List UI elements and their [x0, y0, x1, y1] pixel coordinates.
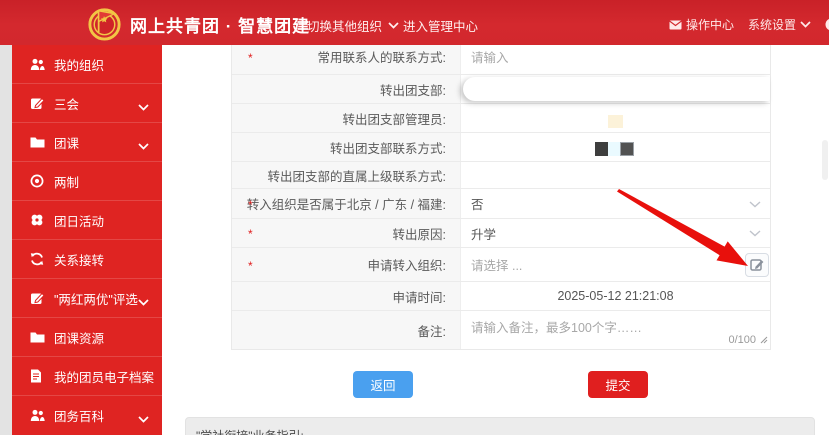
- apply-time-value: 2025-05-12 21:21:08: [471, 289, 770, 303]
- system-settings-link[interactable]: 系统设置: [748, 16, 811, 33]
- chevron-down-icon: [388, 22, 399, 29]
- users-icon: [30, 408, 45, 423]
- edit-organization-button[interactable]: [745, 253, 769, 277]
- form-row-branch-contact: 转出团支部联系方式:: [232, 133, 770, 162]
- field-label: 常用联系人的联系方式:: [318, 47, 446, 66]
- help-link[interactable]: ? 帮助: [825, 16, 829, 33]
- sidebar-item-three-meetings[interactable]: 三会: [12, 84, 162, 123]
- reason-select-value: 升学: [471, 224, 496, 243]
- region-select-value: 否: [471, 194, 484, 213]
- region-select[interactable]: 否: [461, 189, 770, 218]
- remark-textarea[interactable]: 请输入备注，最多100个字…… 0/100: [461, 311, 770, 349]
- resize-handle-icon[interactable]: [760, 333, 768, 347]
- sidebar-item-label: 我的团员电子档案: [54, 367, 154, 386]
- field-label: 转出原因:: [393, 224, 446, 243]
- chevron-down-icon: [749, 197, 761, 211]
- form-row-target-organization: * 申请转入组织: 请选择 ...: [232, 248, 770, 282]
- sidebar-item-class-resources[interactable]: 团课资源: [12, 318, 162, 357]
- chevron-down-icon: [749, 226, 761, 240]
- field-label: 转出团支部联系方式:: [330, 138, 446, 157]
- submit-button[interactable]: 提交: [588, 371, 648, 398]
- document-icon: [30, 369, 45, 384]
- league-emblem-logo: [85, 3, 124, 42]
- chevron-down-icon: [138, 412, 149, 426]
- sidebar-item-label: "两红两优"评选: [54, 289, 138, 308]
- chevron-down-icon: [138, 295, 149, 309]
- help-icon: ?: [825, 18, 829, 31]
- form-row-outgoing-branch: 转出团支部:: [232, 75, 770, 104]
- users-icon: [30, 57, 45, 72]
- redacted-value-block: [620, 142, 634, 156]
- field-label: 转出团支部的直属上级联系方式:: [268, 166, 446, 185]
- field-label: 申请时间:: [393, 287, 446, 306]
- folder-icon: [30, 135, 45, 150]
- sidebar-item-my-organization[interactable]: 我的组织: [12, 45, 162, 84]
- chevron-down-icon: [138, 100, 149, 114]
- clover-icon: [30, 213, 45, 228]
- sidebar-item-league-class[interactable]: 团课: [12, 123, 162, 162]
- sidebar-item-two-systems[interactable]: 两制: [12, 162, 162, 201]
- business-guide-title: "学社衔接"业务指引:: [196, 429, 304, 435]
- chevron-down-icon: [138, 139, 149, 153]
- ops-center-link[interactable]: 操作中心: [669, 16, 734, 33]
- sidebar-item-label: 团日活动: [54, 211, 104, 230]
- sidebar-item-label: 三会: [54, 94, 79, 113]
- scrollbar-thumb[interactable]: [822, 140, 828, 180]
- reason-select[interactable]: 升学: [461, 219, 770, 247]
- redacted-value-block: [608, 115, 623, 128]
- field-label: 转入组织是否属于北京 / 广东 / 福建:: [247, 194, 446, 213]
- form-row-superior-contact: 转出团支部的直属上级联系方式:: [232, 162, 770, 189]
- business-guide-bar: "学社衔接"业务指引:: [185, 417, 815, 435]
- required-asterisk: *: [248, 227, 253, 241]
- main-content: * 常用联系人的联系方式: 请输入 转出团支部: 转出团支部管理员: 转出团支部联…: [162, 45, 829, 435]
- sidebar-item-relation-transfer[interactable]: 关系接转: [12, 240, 162, 279]
- redacted-value-block: [595, 142, 608, 156]
- field-label: 申请转入组织:: [368, 255, 446, 274]
- sync-icon: [30, 252, 45, 267]
- sidebar-item-label: 团课: [54, 133, 79, 152]
- target-organization-picker[interactable]: 请选择 ...: [471, 255, 522, 274]
- char-counter: 0/100: [728, 334, 756, 346]
- sidebar-item-label: 关系接转: [54, 250, 104, 269]
- redacted-value-gap: [608, 142, 620, 156]
- field-label: 转出团支部管理员:: [343, 109, 446, 128]
- top-header: 网上共青团 · 智慧团建 切换其他组织 进入管理中心 操作中心 系统设置 ? 帮…: [0, 0, 829, 45]
- left-gutter: [0, 45, 12, 435]
- sidebar-item-label: 两制: [54, 172, 79, 191]
- sidebar-item-league-wiki[interactable]: 团务百科: [12, 396, 162, 435]
- remark-placeholder: 请输入备注，最多100个字……: [471, 317, 642, 336]
- required-asterisk: *: [248, 51, 253, 65]
- chevron-down-icon: [800, 21, 811, 28]
- form-row-branch-admin: 转出团支部管理员:: [232, 104, 770, 133]
- sidebar-item-league-day-activity[interactable]: 团日活动: [12, 201, 162, 240]
- field-label: 备注:: [418, 321, 446, 340]
- edit-pencil-icon: [750, 257, 765, 272]
- enter-admin-link[interactable]: 进入管理中心: [403, 16, 478, 35]
- back-button[interactable]: 返回: [353, 371, 413, 398]
- sidebar-item-label: 团务百科: [54, 406, 104, 425]
- switch-org-link[interactable]: 切换其他组织: [307, 16, 399, 35]
- target-icon: [30, 174, 45, 189]
- form-row-transfer-reason: * 转出原因: 升学: [232, 219, 770, 248]
- form-row-remark: 备注: 请输入备注，最多100个字…… 0/100: [232, 311, 770, 349]
- sidebar-item-label: 团课资源: [54, 328, 104, 347]
- compose-icon: [30, 96, 45, 111]
- redacted-value-box: [463, 77, 770, 101]
- mail-icon: [669, 20, 682, 30]
- header-right-nav: 操作中心 系统设置 ? 帮助: [669, 16, 829, 33]
- folder-icon: [30, 330, 45, 345]
- sidebar-item-two-red-two-excellent[interactable]: "两红两优"评选: [12, 279, 162, 318]
- compose-icon: [30, 291, 45, 306]
- sidebar-item-label: 我的组织: [54, 55, 104, 74]
- sidebar-item-member-e-archive[interactable]: 我的团员电子档案: [12, 357, 162, 396]
- form-row-apply-time: 申请时间: 2025-05-12 21:21:08: [232, 282, 770, 311]
- sidebar-menu: 我的组织 三会 团课 两制 团日活动 关系接转 "两红两优"评选 团课资源 我的…: [12, 45, 162, 435]
- required-asterisk: *: [248, 259, 253, 273]
- contact-method-input[interactable]: 请输入: [471, 47, 509, 66]
- field-label: 转出团支部:: [380, 80, 446, 99]
- form-row-region-select: *转入组织是否属于北京 / 广东 / 福建: 否: [232, 189, 770, 219]
- app-title: 网上共青团 · 智慧团建: [130, 12, 310, 37]
- transfer-form-table: * 常用联系人的联系方式: 请输入 转出团支部: 转出团支部管理员: 转出团支部联…: [231, 38, 771, 350]
- required-asterisk: *: [248, 198, 253, 212]
